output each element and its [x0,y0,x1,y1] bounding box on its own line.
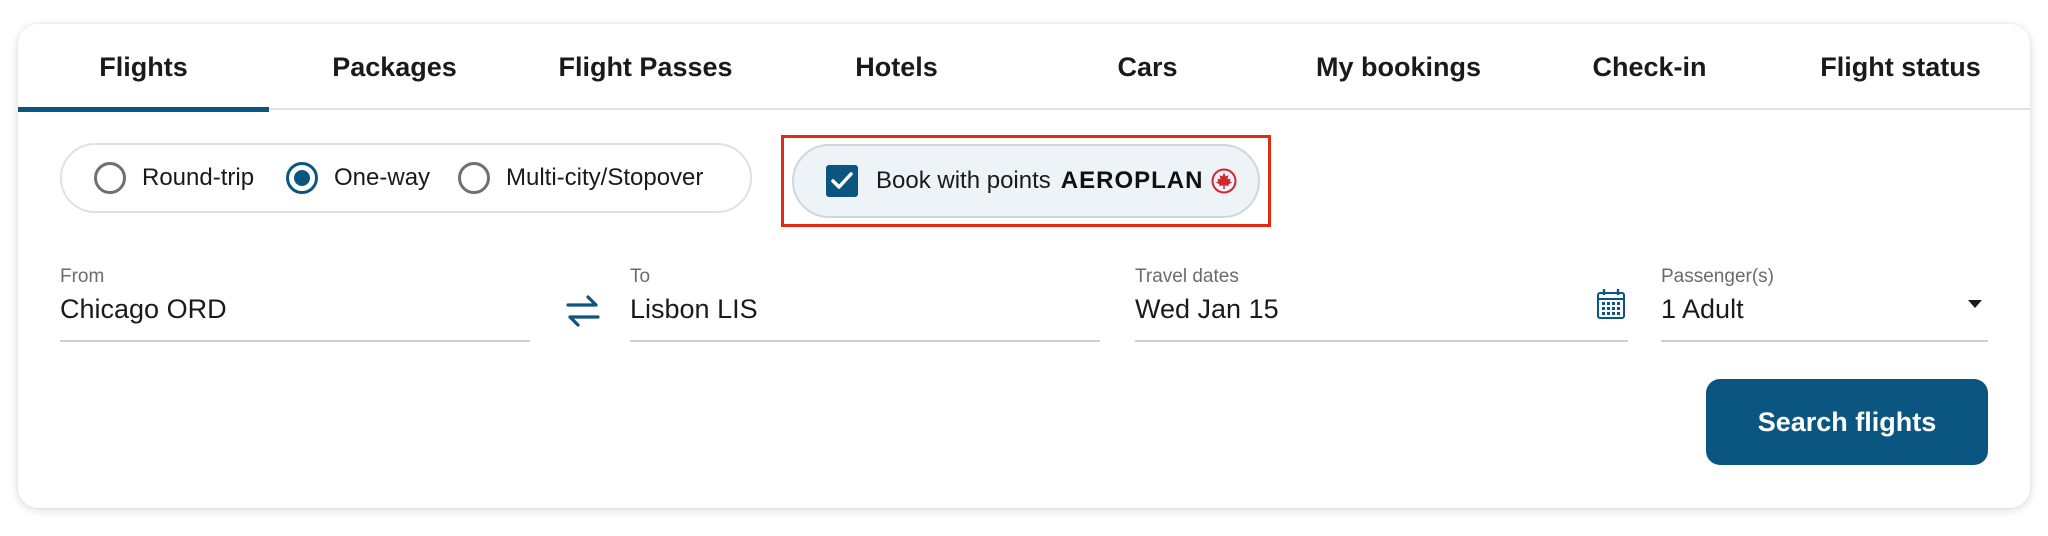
to-field[interactable]: To Lisbon LIS [630,264,1100,342]
to-label: To [630,266,651,287]
to-value: Lisbon LIS [630,294,758,324]
multi-city-option[interactable]: Multi-city/Stopover [458,145,703,211]
from-field[interactable]: From Chicago ORD [60,264,530,342]
travel-dates-field[interactable]: Travel dates Wed Jan 15 [1135,264,1628,342]
flight-search-widget: Flights Packages Flight Passes Hotels Ca… [18,24,2030,508]
tab-cars[interactable]: Cars [1022,24,1273,110]
tab-hotels[interactable]: Hotels [771,24,1022,110]
book-with-points-toggle[interactable]: Book with points AEROPLAN [792,144,1260,218]
tab-my-bookings[interactable]: My bookings [1273,24,1524,110]
passengers-label: Passenger(s) [1661,266,1774,287]
aeroplan-logo-text: AEROPLAN [1060,167,1204,194]
one-way-option[interactable]: One-way [286,145,430,211]
tab-check-in[interactable]: Check-in [1524,24,1775,110]
tab-flight-passes[interactable]: Flight Passes [520,24,771,110]
passengers-field[interactable]: Passenger(s) 1 Adult [1661,264,1988,342]
maple-leaf-icon [1211,168,1237,194]
multi-city-radio[interactable] [458,162,490,194]
travel-dates-value: Wed Jan 15 [1135,294,1279,324]
tab-packages[interactable]: Packages [269,24,520,110]
book-with-points-checkbox[interactable] [826,165,858,197]
travel-dates-label: Travel dates [1135,266,1239,287]
trip-type-selector: Round-trip One-way Multi-city/Stopover [60,143,752,213]
multi-city-label: Multi-city/Stopover [506,164,704,191]
calendar-icon[interactable] [1596,288,1626,320]
swap-arrows-icon[interactable] [564,291,602,331]
book-with-points-label: Book with points [876,167,1051,194]
from-value: Chicago ORD [60,294,227,324]
passengers-value: 1 Adult [1661,294,1744,324]
booking-tabs: Flights Packages Flight Passes Hotels Ca… [18,24,2030,112]
round-trip-option[interactable]: Round-trip [94,145,254,211]
points-highlight-box: Book with points AEROPLAN [781,135,1271,227]
tab-flight-status[interactable]: Flight status [1775,24,2026,110]
round-trip-radio[interactable] [94,162,126,194]
from-label: From [60,266,105,287]
one-way-label: One-way [334,164,431,191]
search-flights-button[interactable]: Search flights [1706,379,1988,465]
caret-down-icon[interactable] [1968,300,1982,308]
checkmark-icon [831,172,853,189]
one-way-radio[interactable] [286,162,318,194]
round-trip-label: Round-trip [142,164,255,191]
tab-flights[interactable]: Flights [18,24,269,112]
